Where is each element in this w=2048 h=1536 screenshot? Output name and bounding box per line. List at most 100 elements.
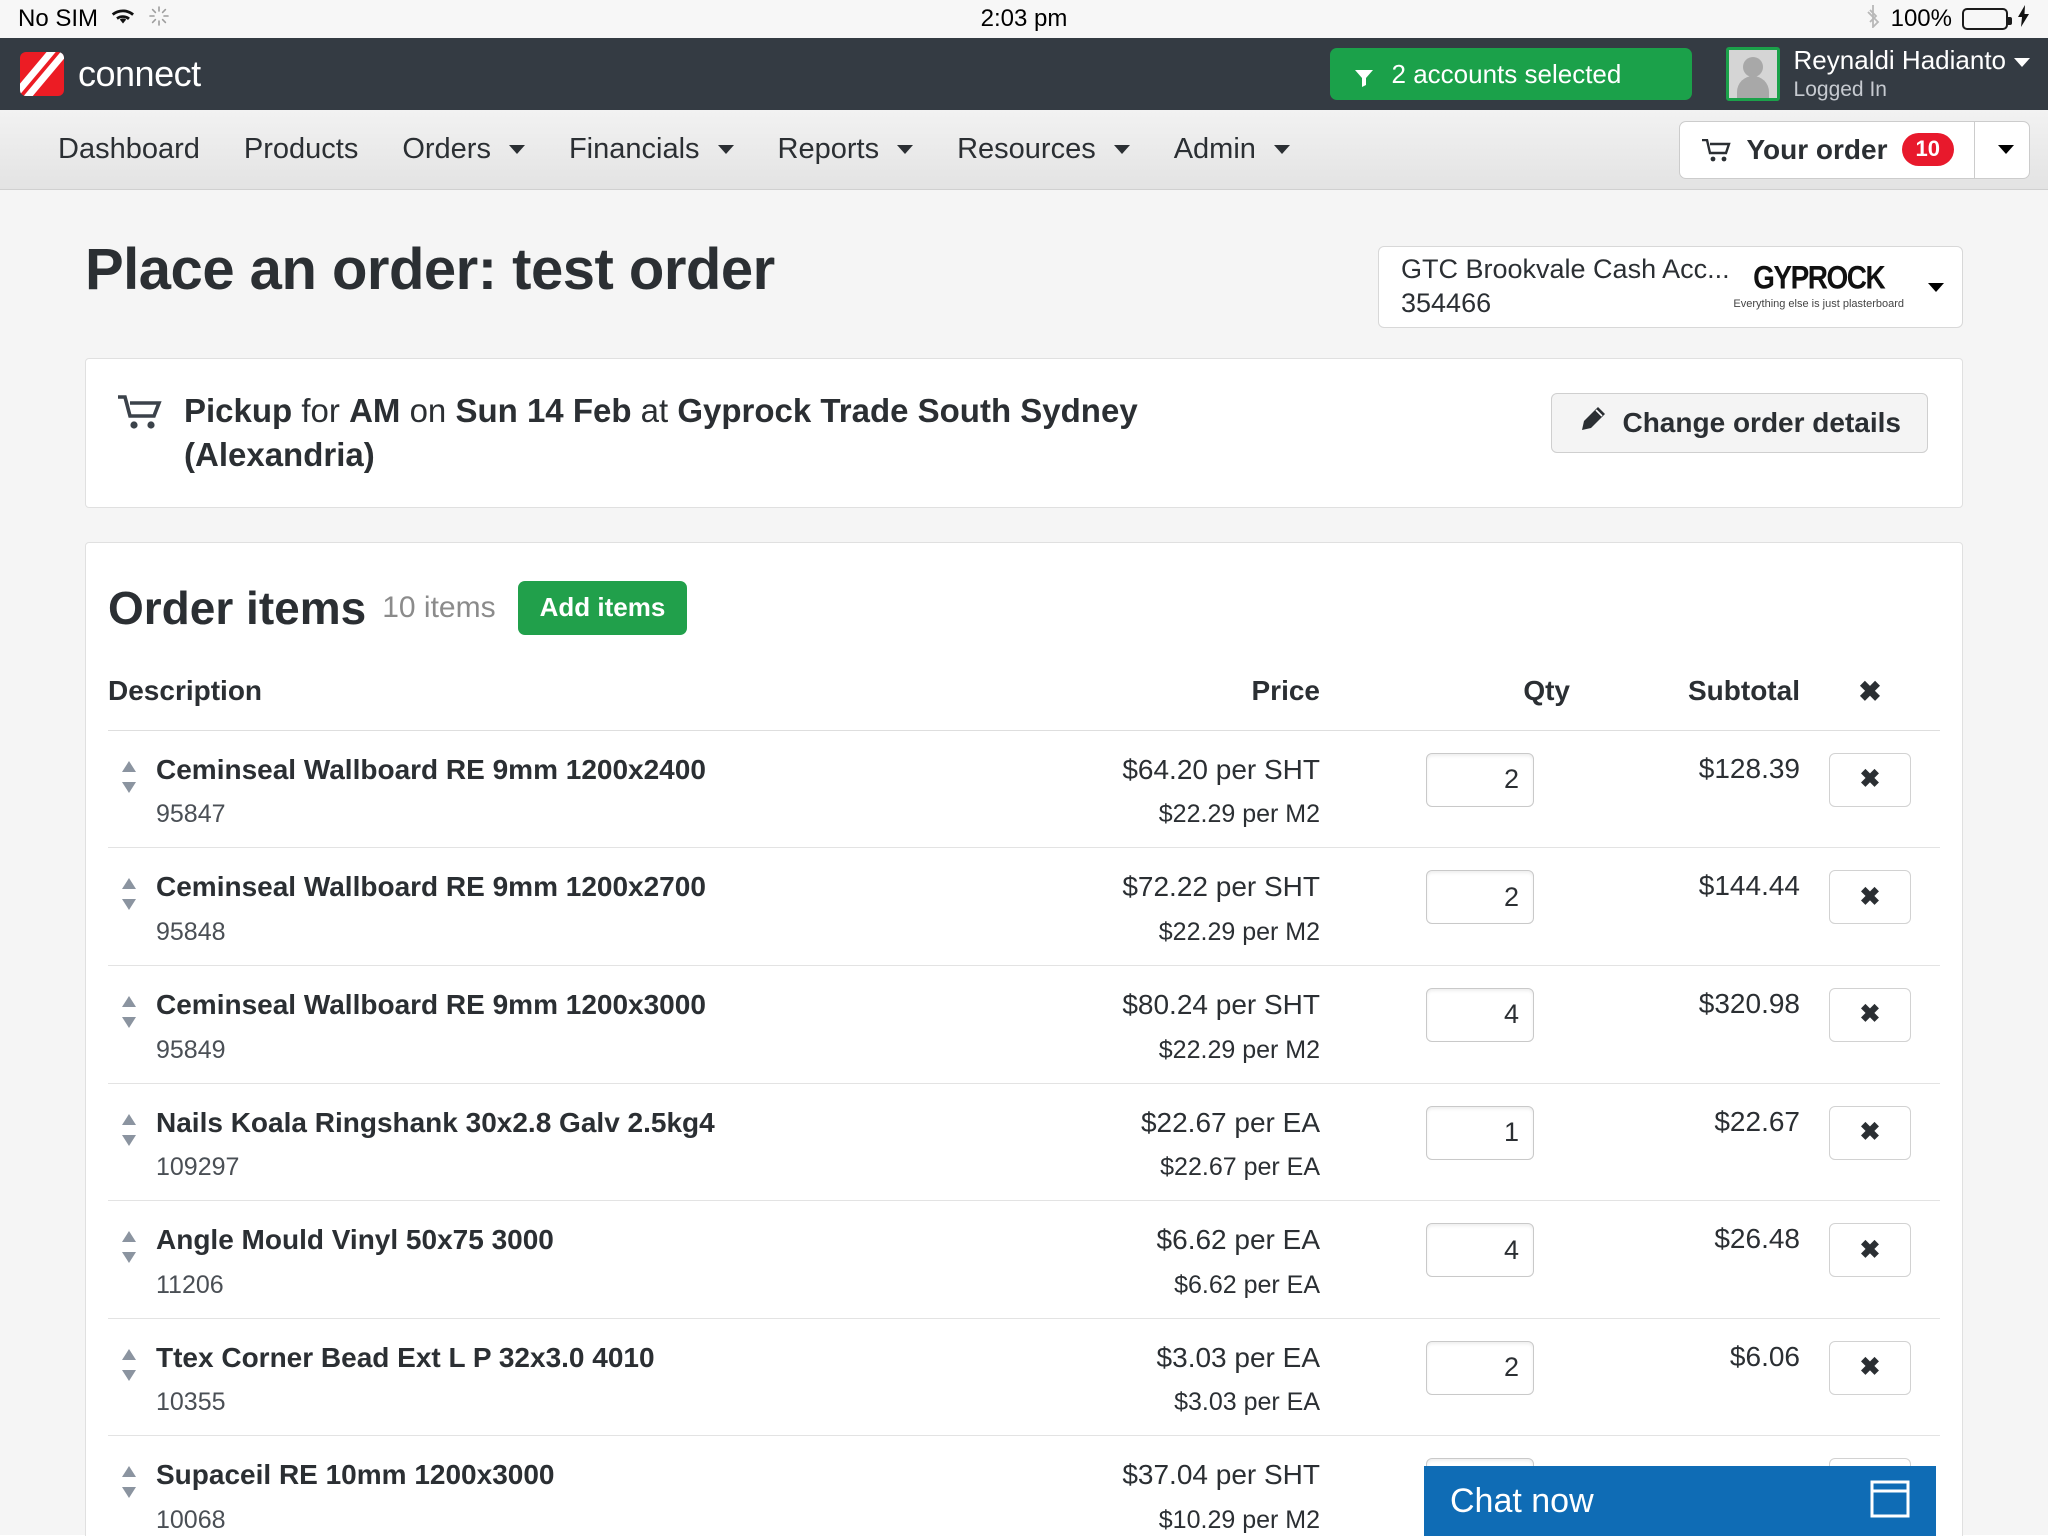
reorder-handle-icon[interactable] — [118, 878, 140, 915]
reorder-handle-icon[interactable] — [118, 995, 140, 1033]
account-info: GTC Brookvale Cash Acc... 354466 — [1401, 253, 1730, 321]
pickup-for-label: for — [301, 392, 340, 429]
add-items-button[interactable]: Add items — [517, 580, 688, 635]
chevron-down-icon — [1113, 145, 1130, 154]
user-info: Reynaldi Hadianto Logged In — [1794, 46, 2030, 102]
user-avatar-icon — [1725, 47, 1780, 101]
nav-item-products[interactable]: Products — [222, 133, 380, 166]
app-header: connect 2 accounts selected Reynaldi Had… — [0, 38, 2048, 110]
gyprock-tagline: Everything else is just plasterboard — [1733, 298, 1904, 310]
battery-icon — [1962, 8, 2012, 30]
column-header-remove-all[interactable]: ✖ — [1800, 664, 1940, 731]
cell-description: Angle Mould Vinyl 50x75 3000 11206 — [108, 1200, 980, 1319]
cell-price: $64.20 per SHT $22.29 per M2 — [980, 730, 1320, 849]
filter-icon — [1354, 64, 1374, 87]
nav-item-reports[interactable]: Reports — [756, 133, 936, 166]
cell-subtotal: $320.98 — [1570, 965, 1800, 1084]
chevron-down-icon — [508, 145, 525, 154]
qty-input[interactable] — [1426, 870, 1534, 925]
accounts-selected-button[interactable]: 2 accounts selected — [1329, 48, 1692, 100]
cell-remove: ✖ — [1800, 1318, 1940, 1437]
cell-price: $6.62 per EA $6.62 per EA — [980, 1200, 1320, 1319]
chevron-down-icon — [897, 145, 914, 154]
item-code: 10068 — [156, 1505, 226, 1534]
item-code: 95848 — [156, 917, 226, 946]
remove-item-button[interactable]: ✖ — [1829, 987, 1911, 1042]
item-name: Ceminseal Wallboard RE 9mm 1200x2700 — [156, 871, 706, 903]
order-items-title: Order items — [108, 581, 367, 634]
cell-qty — [1320, 1083, 1570, 1202]
nav-item-resources[interactable]: Resources — [935, 133, 1152, 166]
reorder-handle-icon[interactable] — [118, 1231, 140, 1268]
order-items-table: Description Price Qty Subtotal ✖ Ceminse… — [108, 664, 1940, 1536]
table-row: Ceminseal Wallboard RE 9mm 1200x3000 958… — [108, 965, 1940, 1084]
cell-description: Ceminseal Wallboard RE 9mm 1200x3000 958… — [108, 965, 980, 1084]
table-header-row: Description Price Qty Subtotal ✖ — [108, 664, 1940, 731]
reorder-handle-icon[interactable] — [118, 1466, 140, 1503]
nav-item-orders[interactable]: Orders — [380, 133, 547, 166]
nav-item-financials[interactable]: Financials — [547, 133, 756, 166]
reorder-handle-icon[interactable] — [118, 760, 140, 798]
carrier-label: No SIM — [18, 5, 99, 32]
shopping-cart-icon — [118, 395, 162, 436]
main-navigation: Dashboard Products Orders Financials Rep… — [0, 110, 2048, 190]
your-order-button[interactable]: Your order 10 — [1679, 120, 1974, 179]
cell-description: Ceminseal Wallboard RE 9mm 1200x2400 958… — [108, 730, 980, 849]
user-menu[interactable]: Reynaldi Hadianto Logged In — [1725, 46, 2030, 102]
table-row: Ceminseal Wallboard RE 9mm 1200x2700 958… — [108, 847, 1940, 966]
brand-logo[interactable]: connect — [20, 52, 201, 96]
chat-now-widget[interactable]: Chat now — [1424, 1466, 1936, 1536]
item-price: $80.24 per SHT — [1122, 988, 1320, 1020]
change-order-details-label: Change order details — [1622, 407, 1901, 438]
your-order-dropdown-toggle[interactable] — [1974, 120, 2030, 179]
qty-input[interactable] — [1426, 1340, 1534, 1395]
remove-item-button[interactable]: ✖ — [1829, 870, 1911, 925]
your-order-group: Your order 10 — [1679, 120, 2030, 179]
qty-input[interactable] — [1426, 752, 1534, 807]
remove-item-button[interactable]: ✖ — [1829, 752, 1911, 807]
page-body: Place an order: test order GTC Brookvale… — [0, 190, 2048, 1536]
cell-description: Ttex Corner Bead Ext L P 32x3.0 4010 103… — [108, 1318, 980, 1437]
cell-description: Ceminseal Wallboard RE 9mm 1200x2700 958… — [108, 847, 980, 966]
qty-input[interactable] — [1426, 1223, 1534, 1278]
nav-item-dashboard[interactable]: Dashboard — [36, 133, 222, 166]
account-selector[interactable]: GTC Brookvale Cash Acc... 354466 GYPROCK… — [1378, 246, 1963, 328]
pickup-at-label: at — [640, 392, 669, 429]
change-order-details-button[interactable]: Change order details — [1551, 393, 1928, 453]
nav-item-admin[interactable]: Admin — [1152, 133, 1312, 166]
item-code: 95849 — [156, 1035, 226, 1064]
qty-input[interactable] — [1426, 987, 1534, 1042]
pickup-timeslot: AM — [349, 392, 401, 429]
order-items-panel: Order items 10 items Add items Descripti… — [85, 541, 1963, 1536]
column-header-subtotal: Subtotal — [1570, 664, 1800, 731]
account-number: 354466 — [1401, 288, 1492, 318]
cell-remove: ✖ — [1800, 1083, 1940, 1202]
shopping-cart-icon — [1702, 138, 1732, 162]
reorder-handle-icon[interactable] — [118, 1348, 140, 1386]
cell-subtotal: $22.67 — [1570, 1083, 1800, 1202]
connect-logo-icon — [20, 52, 64, 96]
cell-price: $80.24 per SHT $22.29 per M2 — [980, 965, 1320, 1084]
remove-item-button[interactable]: ✖ — [1829, 1223, 1911, 1278]
account-name: GTC Brookvale Cash Acc... — [1401, 254, 1730, 285]
battery-percent-label: 100% — [1890, 5, 1952, 32]
qty-input[interactable] — [1426, 1105, 1534, 1160]
accounts-selected-label: 2 accounts selected — [1391, 58, 1622, 89]
chevron-down-icon — [2014, 57, 2030, 67]
cell-price: $22.67 per EA $22.67 per EA — [980, 1083, 1320, 1202]
remove-item-button[interactable]: ✖ — [1829, 1105, 1911, 1160]
table-row: Ttex Corner Bead Ext L P 32x3.0 4010 103… — [108, 1318, 1940, 1437]
item-price: $37.04 per SHT — [1122, 1459, 1320, 1491]
column-header-description: Description — [108, 664, 980, 731]
reorder-handle-icon[interactable] — [118, 1113, 140, 1151]
remove-item-button[interactable]: ✖ — [1829, 1340, 1911, 1395]
gyprock-logo: GYPROCK Everything else is just plasterb… — [1733, 260, 1920, 312]
cell-remove: ✖ — [1800, 730, 1940, 849]
cell-qty — [1320, 847, 1570, 966]
chevron-down-icon — [1998, 145, 2014, 154]
brand-name: connect — [78, 53, 201, 94]
status-bar-right: 100% — [1865, 4, 2030, 35]
activity-spinner-icon — [148, 5, 170, 34]
chevron-down-icon — [717, 145, 734, 154]
table-header: Description Price Qty Subtotal ✖ — [108, 664, 1940, 731]
